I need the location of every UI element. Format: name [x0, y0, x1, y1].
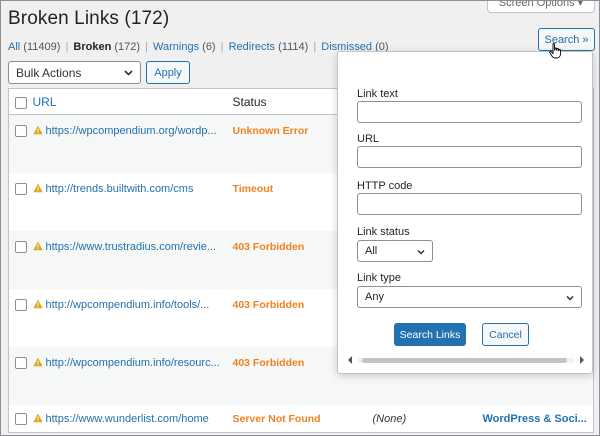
- link-status-value: All: [365, 245, 378, 257]
- screen-options-button[interactable]: Screen Options ▾: [487, 0, 595, 13]
- source-post-link[interactable]: WordPress & Soci...: [483, 413, 587, 425]
- status-filter-links: All (11409) | Broken (172) | Warnings (6…: [8, 41, 389, 53]
- scroll-right-icon[interactable]: [580, 356, 584, 364]
- search-toggle-button[interactable]: Search »: [538, 28, 595, 51]
- search-links-button[interactable]: Search Links: [394, 323, 466, 346]
- filter-warnings[interactable]: Warnings: [153, 41, 199, 53]
- url-input[interactable]: [357, 146, 582, 168]
- filter-broken[interactable]: Broken: [73, 41, 111, 53]
- link-url[interactable]: http://wpcompendium.info/resourc...: [46, 357, 220, 369]
- scrollbar-thumb[interactable]: [362, 358, 567, 363]
- link-url[interactable]: https://www.trustradius.com/revie...: [46, 241, 217, 253]
- warning-icon: [32, 299, 43, 308]
- status-column-header: Status: [232, 94, 267, 109]
- warning-icon: [32, 413, 43, 422]
- link-status: Server Not Found: [232, 412, 321, 425]
- page-title: Broken Links (172): [8, 8, 170, 29]
- row-checkbox[interactable]: [15, 125, 27, 138]
- filter-broken-count: (172): [114, 41, 141, 53]
- row-checkbox[interactable]: [15, 412, 27, 425]
- cancel-button[interactable]: Cancel: [482, 323, 529, 346]
- bulk-actions-select[interactable]: Bulk Actions: [8, 61, 141, 84]
- link-status: Timeout: [232, 182, 274, 195]
- row-checkbox[interactable]: [15, 240, 27, 253]
- url-label: URL: [357, 133, 380, 145]
- warning-icon: [32, 241, 43, 250]
- search-links-panel: Link text URL HTTP code Link status All …: [337, 51, 593, 374]
- chevron-down-icon: [124, 70, 133, 76]
- horizontal-scrollbar[interactable]: [348, 355, 584, 365]
- warning-icon: [32, 183, 43, 192]
- apply-button[interactable]: Apply: [146, 61, 190, 84]
- scroll-left-icon[interactable]: [348, 356, 352, 364]
- filter-redirects-count: (1114): [278, 41, 309, 53]
- table-row: https://www.wunderlist.com/home Server N…: [9, 405, 594, 433]
- url-column-header[interactable]: URL: [33, 95, 57, 109]
- warning-icon: [32, 357, 43, 366]
- filter-redirects[interactable]: Redirects: [229, 41, 275, 53]
- row-checkbox[interactable]: [15, 298, 27, 311]
- filter-all[interactable]: All: [8, 41, 20, 53]
- bulk-actions-value: Bulk Actions: [16, 65, 82, 80]
- link-status-label: Link status: [357, 226, 410, 238]
- link-status: 403 Forbidden: [232, 240, 305, 253]
- link-type-select[interactable]: Any: [357, 286, 582, 308]
- link-url[interactable]: http://trends.builtwith.com/cms: [46, 183, 194, 195]
- chevron-down-icon: [417, 249, 425, 255]
- link-url[interactable]: https://www.wunderlist.com/home: [46, 413, 209, 425]
- link-status: 403 Forbidden: [232, 356, 305, 369]
- link-text: (None): [372, 412, 407, 425]
- link-status-select[interactable]: All: [357, 240, 433, 262]
- link-url[interactable]: http://wpcompendium.info/tools/...: [46, 299, 210, 311]
- http-code-input[interactable]: [357, 193, 582, 215]
- link-status: Unknown Error: [232, 125, 309, 137]
- filter-warnings-count: (6): [202, 41, 216, 53]
- http-code-label: HTTP code: [357, 180, 413, 192]
- link-type-value: Any: [365, 291, 384, 303]
- link-text-input[interactable]: [357, 101, 582, 123]
- hand-cursor-icon: [549, 43, 561, 59]
- link-status: 403 Forbidden: [232, 298, 305, 311]
- link-type-label: Link type: [357, 272, 402, 284]
- select-all-checkbox[interactable]: [15, 96, 27, 109]
- link-text-label: Link text: [357, 88, 398, 100]
- row-checkbox[interactable]: [15, 182, 27, 195]
- row-checkbox[interactable]: [15, 356, 27, 369]
- chevron-down-icon: [566, 295, 574, 301]
- filter-all-count: (11409): [23, 41, 61, 53]
- warning-icon: [32, 125, 43, 135]
- link-url[interactable]: https://wpcompendium.org/wordp...: [46, 125, 217, 137]
